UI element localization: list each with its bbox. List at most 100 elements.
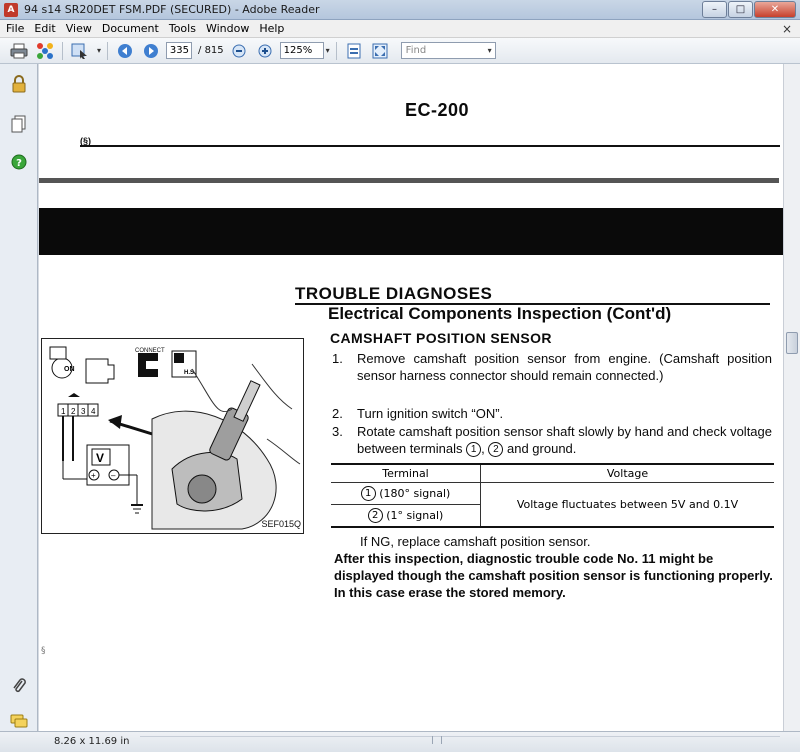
step-text-part: and ground.: [507, 441, 577, 456]
collaborate-icon: [37, 42, 53, 59]
close-document-button[interactable]: ×: [782, 22, 792, 36]
voltage-cell: Voltage fluctuates between 5V and 0.1V: [516, 498, 739, 511]
status-bar: 8.26 x 11.69 in: [0, 731, 800, 752]
section-title: TROUBLE DIAGNOSES: [295, 284, 493, 303]
adobe-reader-icon: A: [4, 2, 18, 17]
zoom-in-icon: [258, 44, 272, 57]
subtitle: Electrical Components Inspection (Cont'd…: [328, 304, 672, 323]
horizontal-scrollbar[interactable]: [140, 736, 780, 748]
step-3: 3. Rotate camshaft position sensor shaft…: [332, 423, 772, 457]
menu-document[interactable]: Document: [96, 22, 163, 35]
svg-text:4: 4: [91, 407, 96, 416]
table-header-voltage: Voltage: [606, 467, 649, 480]
step-text: Remove camshaft position sensor from eng…: [357, 351, 772, 383]
zoom-level-input[interactable]: 125%: [279, 42, 324, 59]
step-text: Rotate camshaft position sensor shaft sl…: [357, 423, 772, 457]
document-view[interactable]: EC-200 (§) TROUBLE DIAGNOSES Electrical …: [39, 64, 783, 731]
find-input[interactable]: Find ▾: [400, 42, 496, 59]
next-page-button[interactable]: [140, 41, 162, 61]
print-button[interactable]: [8, 41, 30, 61]
step-2: 2. Turn ignition switch “ON”.: [332, 405, 772, 422]
menu-bar: File Edit View Document Tools Window Hel…: [0, 20, 800, 38]
connect-label: CONNECT: [135, 348, 165, 354]
pages-button[interactable]: [9, 114, 29, 134]
svg-text:?: ?: [16, 158, 22, 169]
full-screen-button[interactable]: [369, 41, 391, 61]
svg-text:1: 1: [61, 407, 66, 416]
volt-label: V: [96, 451, 104, 465]
on-label: ON: [64, 366, 75, 373]
ng-instruction: If NG, replace camshaft position sensor.: [360, 534, 591, 549]
help-icon: ?: [11, 154, 27, 170]
step-separator: ,: [481, 441, 485, 456]
page-mark: §: [41, 646, 46, 656]
zoom-in-button[interactable]: [254, 41, 276, 61]
divider: [80, 145, 780, 147]
terminal-1-label: (180° signal): [379, 487, 451, 500]
sensor-illustration: ON H.S. 1 2 3 4 V + –: [49, 346, 301, 530]
page-total: / 815: [198, 45, 224, 56]
table-header-terminal: Terminal: [331, 465, 481, 482]
inspection-note: After this inspection, diagnostic troubl…: [334, 551, 773, 600]
vertical-scrollbar[interactable]: [783, 64, 800, 731]
menu-edit[interactable]: Edit: [28, 22, 59, 35]
page-number-header: EC-200: [405, 100, 470, 120]
printer-icon: [10, 43, 28, 58]
svg-text:–: –: [111, 471, 116, 480]
select-tool-button[interactable]: [69, 41, 91, 61]
fit-page-button[interactable]: [343, 41, 365, 61]
step-number: 1.: [332, 351, 343, 366]
menu-tools[interactable]: Tools: [163, 22, 200, 35]
attachments-button[interactable]: [9, 676, 29, 696]
previous-page-button[interactable]: [114, 41, 136, 61]
find-dropdown-icon[interactable]: ▾: [488, 43, 492, 58]
title-bar: A 94 s14 SR20DET FSM.PDF (SECURED) - Ado…: [0, 0, 800, 20]
step-1: 1. Remove camshaft position sensor from …: [332, 350, 772, 384]
menu-window[interactable]: Window: [200, 22, 253, 35]
table-header-row: Terminal Voltage: [331, 465, 774, 482]
help-button[interactable]: ?: [9, 152, 29, 172]
navigation-pane: ?: [0, 64, 38, 731]
svg-text:3: 3: [81, 407, 86, 416]
figure-id: SEF015Q: [261, 519, 301, 529]
menu-help[interactable]: Help: [253, 22, 288, 35]
zoom-out-button[interactable]: [228, 41, 250, 61]
step-number: 2.: [332, 406, 343, 421]
svg-text:2: 2: [71, 407, 76, 416]
close-button[interactable]: ✕: [754, 1, 796, 18]
lock-icon: [12, 75, 26, 93]
menu-file[interactable]: File: [0, 22, 28, 35]
menu-view[interactable]: View: [60, 22, 96, 35]
toolbar-separator: [335, 41, 337, 60]
fit-page-icon: [347, 43, 361, 58]
terminal-row-2: 2 (1° signal): [331, 504, 480, 526]
svg-text:+: +: [91, 471, 96, 480]
toolbar-separator: [62, 41, 63, 60]
minimize-button[interactable]: –: [702, 1, 727, 18]
page-number-input[interactable]: 335: [166, 42, 193, 59]
zoom-out-icon: [232, 44, 246, 57]
toolbar: ▾ 335 / 815 125% ▾ Find ▾: [0, 38, 800, 64]
terminal-1-badge: 1: [466, 442, 482, 457]
terminal-2-label: (1° signal): [386, 509, 444, 522]
select-tool-dropdown-icon[interactable]: ▾: [97, 46, 101, 55]
step-text: Turn ignition switch “ON”.: [357, 406, 504, 421]
sensor-diagram: ON H.S. 1 2 3 4 V + – CONNECT SEF015Q: [41, 338, 304, 534]
security-button[interactable]: [9, 74, 29, 94]
comments-button[interactable]: [9, 712, 29, 732]
scrollbar-thumb[interactable]: [786, 332, 798, 354]
divider: [39, 178, 779, 183]
page-size-indicator: 8.26 x 11.69 in: [54, 736, 130, 747]
zoom-dropdown-icon[interactable]: ▾: [326, 46, 330, 55]
window-title: 94 s14 SR20DET FSM.PDF (SECURED) - Adobe…: [24, 3, 320, 16]
terminal-2-badge: 2: [488, 442, 504, 457]
comments-icon: [10, 714, 28, 728]
maximize-button[interactable]: □: [728, 1, 753, 18]
horizontal-scroll-thumb[interactable]: [432, 736, 442, 744]
terminal-row-1: 1 (180° signal): [331, 483, 480, 504]
arrow-left-icon: [118, 43, 133, 58]
pages-icon: [11, 115, 26, 133]
heading: CAMSHAFT POSITION SENSOR: [330, 330, 552, 346]
voltage-table: Terminal Voltage 1 (180° signal) 2 (1° s…: [331, 463, 774, 528]
collaborate-button[interactable]: [34, 41, 56, 61]
